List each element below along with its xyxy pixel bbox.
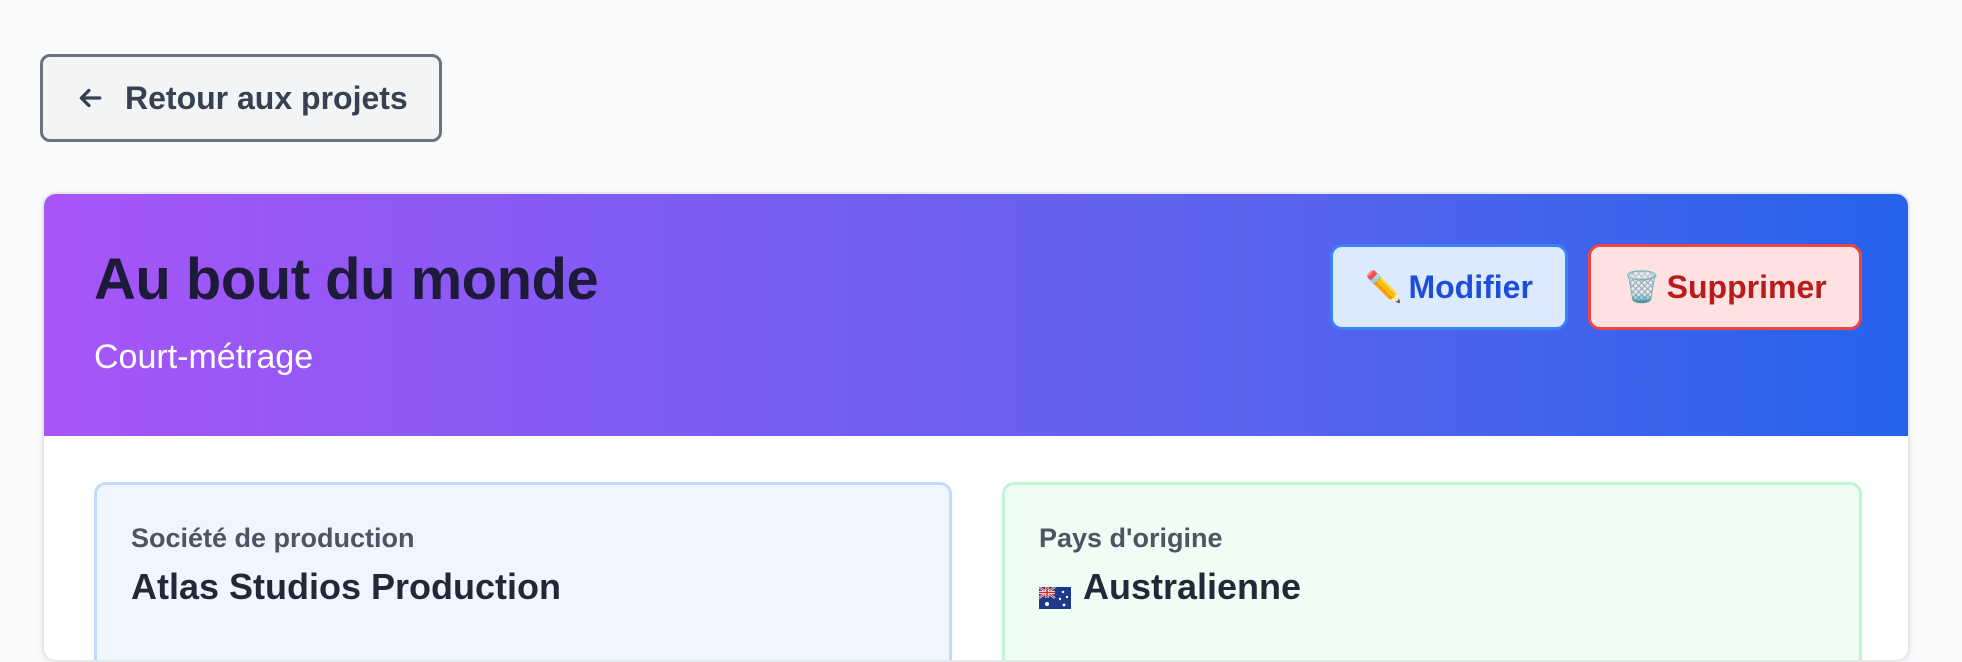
project-header: Au bout du monde Court-métrage ✏️ Modifi… (44, 194, 1908, 436)
country-of-origin-panel: Pays d'origine Australienne (1002, 482, 1862, 660)
delete-button[interactable]: 🗑️ Supprimer (1588, 244, 1862, 330)
production-company-value: Atlas Studios Production (131, 566, 562, 607)
project-title: Au bout du monde (94, 247, 599, 312)
edit-button-label: Modifier (1408, 268, 1533, 305)
pencil-icon: ✏️ (1365, 270, 1403, 304)
production-company-label: Société de production (131, 523, 415, 553)
trash-icon: 🗑️ (1623, 270, 1661, 304)
arrow-left-icon (77, 85, 103, 111)
production-company-panel: Société de production Atlas Studios Prod… (94, 482, 952, 660)
delete-button-label: Supprimer (1666, 268, 1827, 305)
edit-button[interactable]: ✏️ Modifier (1330, 244, 1568, 330)
country-of-origin-label: Pays d'origine (1039, 523, 1223, 553)
project-type: Court-métrage (94, 338, 314, 376)
back-button-label: Retour aux projets (125, 79, 408, 116)
project-card: Au bout du monde Court-métrage ✏️ Modifi… (42, 192, 1910, 662)
country-of-origin-value: Australienne (1083, 566, 1302, 607)
back-to-projects-button[interactable]: Retour aux projets (40, 54, 442, 142)
country-of-origin-row: Australienne (1038, 566, 1825, 609)
australia-flag-icon (1038, 576, 1071, 609)
